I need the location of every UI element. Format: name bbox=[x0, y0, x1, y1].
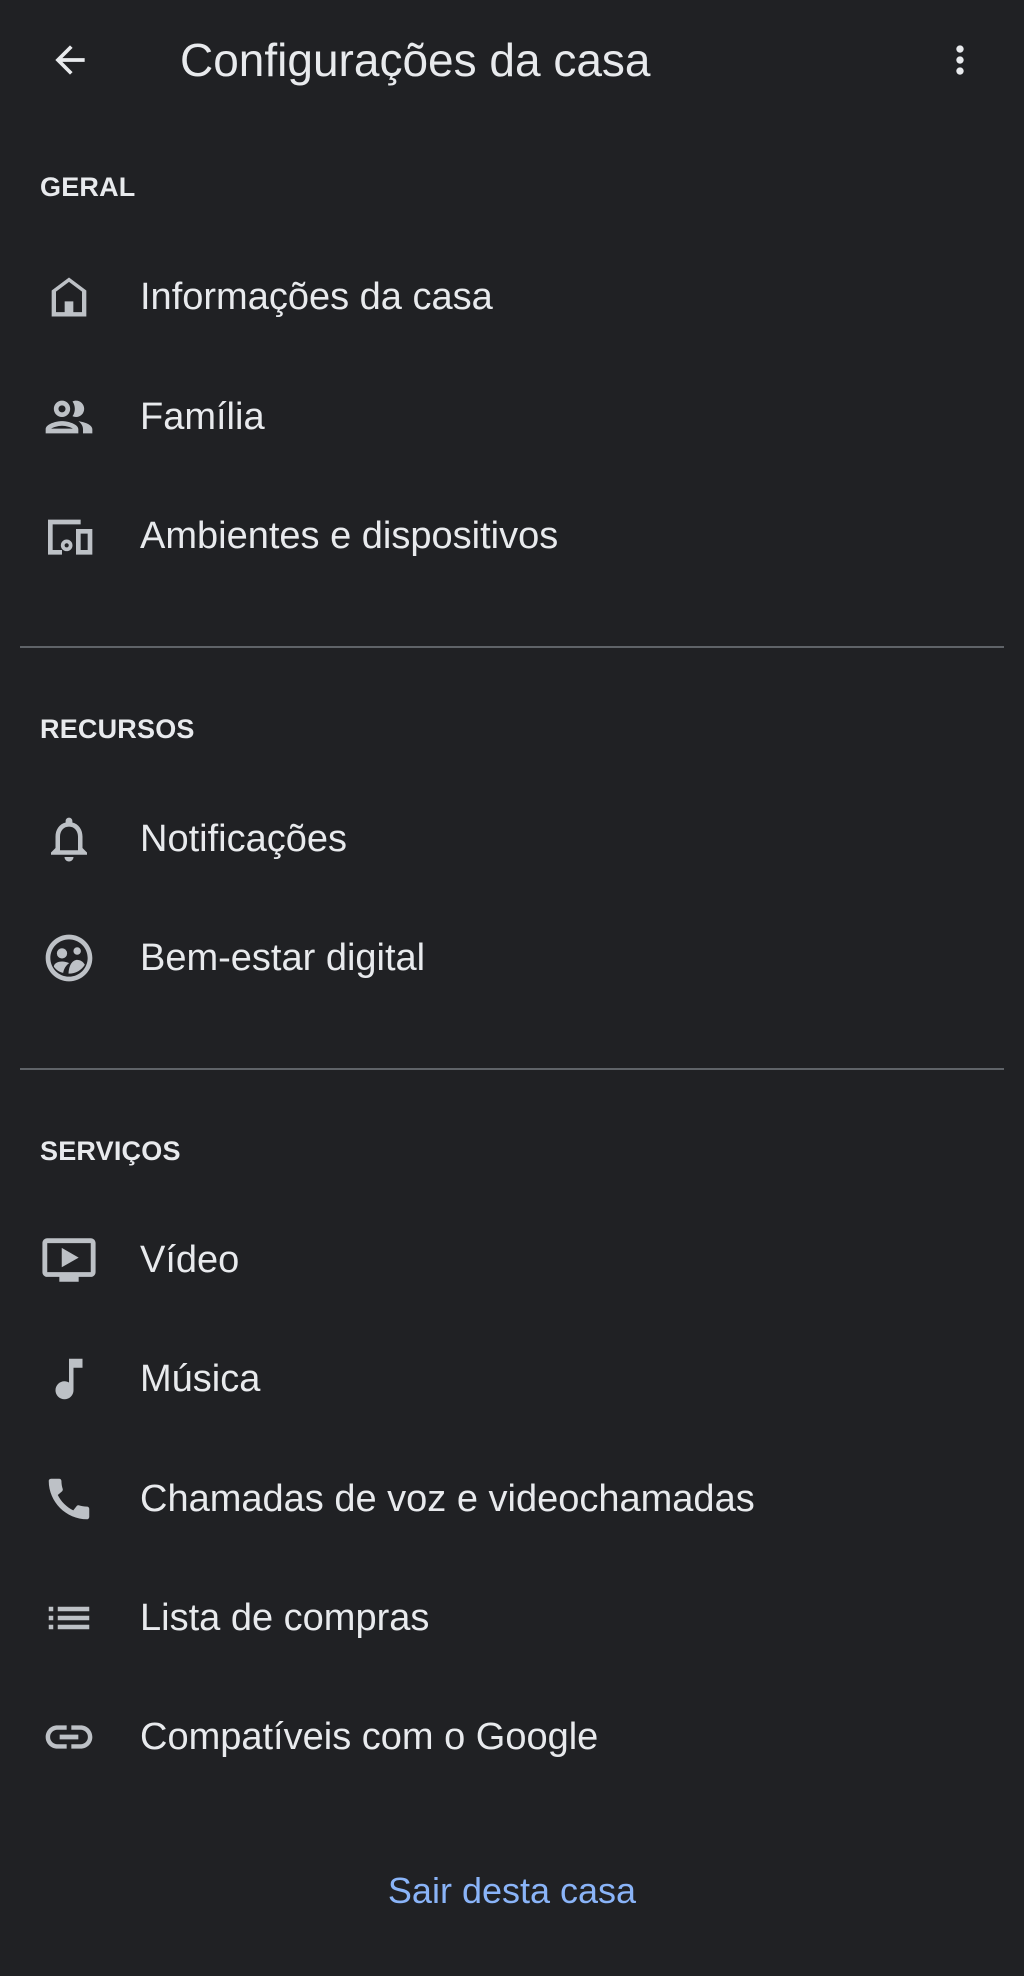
settings-item-family[interactable]: Família bbox=[0, 357, 1024, 477]
list-icon bbox=[38, 1587, 100, 1649]
digital-wellbeing-icon bbox=[38, 927, 100, 989]
devices-icon bbox=[38, 505, 100, 567]
app-bar: Configurações da casa bbox=[0, 0, 1024, 118]
leave-home-button[interactable]: Sair desta casa bbox=[0, 1870, 1024, 1912]
more-vert-icon bbox=[938, 38, 982, 82]
settings-item-shopping-list[interactable]: Lista de compras bbox=[0, 1558, 1024, 1678]
section-divider bbox=[20, 1068, 1004, 1070]
bell-icon bbox=[38, 808, 100, 870]
settings-item-label: Lista de compras bbox=[140, 1596, 430, 1639]
section-divider bbox=[20, 646, 1004, 648]
settings-item-label: Ambientes e dispositivos bbox=[140, 514, 559, 557]
settings-item-music[interactable]: Música bbox=[0, 1319, 1024, 1439]
section-header-services: SERVIÇOS bbox=[40, 1136, 181, 1166]
settings-item-label: Família bbox=[140, 395, 265, 438]
settings-item-video[interactable]: Vídeo bbox=[0, 1200, 1024, 1320]
section-header-general: GERAL bbox=[40, 172, 136, 202]
settings-item-calls[interactable]: Chamadas de voz e videochamadas bbox=[0, 1439, 1024, 1559]
more-options-button[interactable] bbox=[924, 24, 996, 96]
section-header-features: RECURSOS bbox=[40, 714, 195, 744]
music-note-icon bbox=[38, 1348, 100, 1410]
settings-item-rooms-devices[interactable]: Ambientes e dispositivos bbox=[0, 476, 1024, 596]
settings-item-digital-wellbeing[interactable]: Bem-estar digital bbox=[0, 898, 1024, 1018]
settings-item-works-with-google[interactable]: Compatíveis com o Google bbox=[0, 1677, 1024, 1797]
video-icon bbox=[38, 1229, 100, 1291]
back-button[interactable] bbox=[34, 24, 106, 96]
link-icon bbox=[38, 1706, 100, 1768]
settings-item-label: Vídeo bbox=[140, 1238, 240, 1281]
settings-item-label: Bem-estar digital bbox=[140, 936, 426, 979]
settings-item-label: Informações da casa bbox=[140, 275, 493, 318]
page-title: Configurações da casa bbox=[180, 34, 651, 86]
settings-item-notifications[interactable]: Notificações bbox=[0, 779, 1024, 899]
arrow-back-icon bbox=[48, 38, 92, 82]
people-icon bbox=[38, 386, 100, 448]
home-icon bbox=[38, 266, 100, 328]
settings-item-label: Chamadas de voz e videochamadas bbox=[140, 1477, 755, 1520]
settings-item-label: Compatíveis com o Google bbox=[140, 1715, 599, 1758]
settings-item-home-info[interactable]: Informações da casa bbox=[0, 237, 1024, 357]
phone-icon bbox=[38, 1468, 100, 1530]
settings-item-label: Música bbox=[140, 1357, 261, 1400]
settings-item-label: Notificações bbox=[140, 817, 347, 860]
